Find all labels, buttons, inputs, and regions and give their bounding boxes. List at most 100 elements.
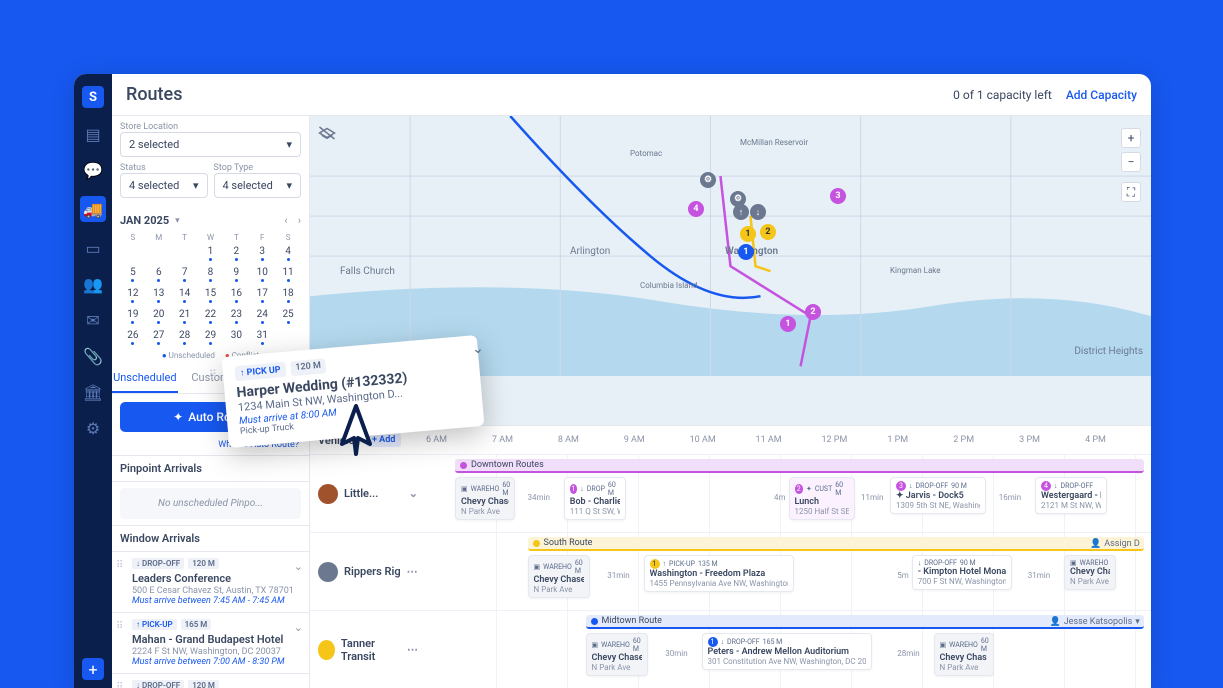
calendar-day[interactable]: 25 [275, 307, 301, 326]
stop-card[interactable]: ▣WAREHO 60 M Chevy Chase MN Park Ave [586, 633, 648, 676]
arrival-card[interactable]: ⠿ ⌄ ↑ PICK-UP165 M Mahan - Grand Budapes… [112, 613, 309, 674]
calendar-day[interactable]: 9 [223, 265, 249, 284]
map-pin[interactable]: 4 [688, 201, 704, 217]
calendar-day[interactable]: 24 [249, 307, 275, 326]
calendar-day[interactable]: 19 [120, 307, 146, 326]
calendar-day[interactable]: 29 [198, 328, 224, 347]
map-pin[interactable]: 2 [760, 224, 776, 240]
calendar-day[interactable]: 31 [249, 328, 275, 347]
store-select[interactable]: 2 selected▾ [120, 132, 301, 157]
stop-card[interactable]: ▣WAREHO 60 M Chevy ChasN Park Ave [934, 633, 994, 676]
stop-card[interactable]: ↓ DROP-OFF 90 M - Kimpton Hotel Monaco70… [912, 555, 1012, 590]
chevron-down-icon[interactable]: ⌄ [294, 560, 303, 573]
stop-card[interactable]: ▣WAREHO 60 M Chevy Chase MN Park Ave [455, 477, 515, 520]
calendar-day[interactable]: 2 [223, 244, 249, 263]
fullscreen-button[interactable]: ⛶ [1121, 182, 1141, 202]
calendar-day[interactable]: 30 [223, 328, 249, 347]
stop-card[interactable]: 3 ↓ DROP-OFF 90 M ✦ Jarvis - Dock51309 5… [890, 477, 986, 514]
nav-chat-icon[interactable]: 💬 [83, 160, 103, 180]
chevron-down-icon[interactable]: ⌄ [294, 682, 303, 688]
calendar-day[interactable]: 17 [249, 286, 275, 305]
nav-add-button[interactable]: + [82, 658, 104, 680]
calendar-day[interactable]: 12 [120, 286, 146, 305]
calendar-prev-icon[interactable]: ‹ [284, 214, 287, 227]
tab-unscheduled[interactable]: Unscheduled [112, 364, 178, 393]
arrival-card[interactable]: ⠿ ⌄ ↓ DROP-OFF120 M Leaders Conference 5… [112, 552, 309, 613]
calendar-day[interactable]: 15 [198, 286, 224, 305]
calendar-day[interactable]: 28 [172, 328, 198, 347]
more-icon[interactable]: ⋯ [407, 643, 418, 656]
map-pin[interactable]: ⚙ [700, 172, 716, 188]
stop-card[interactable]: ▣WAREHO Chevy ChasN Park Ave [1064, 555, 1116, 590]
map-pin[interactable]: 2 [805, 304, 821, 320]
route-bar[interactable]: South Route 👤 Assign D [528, 537, 1144, 551]
nav-routes-icon[interactable]: 🚚 [80, 196, 106, 222]
nav-inbox-icon[interactable]: ✉ [83, 310, 103, 330]
status-select[interactable]: 4 selected▾ [120, 173, 208, 198]
nav-attach-icon[interactable]: 📎 [83, 346, 103, 366]
calendar-day[interactable]: 3 [249, 244, 275, 263]
chevron-down-icon[interactable]: ⌄ [409, 487, 418, 500]
calendar-day[interactable]: 14 [172, 286, 198, 305]
stop-card[interactable]: ▣WAREHO 60 M Chevy Chase MN Park Ave [528, 555, 590, 598]
stop-card[interactable]: 1 ↓ DROP-OFF 165 M Peters - Andrew Mello… [702, 633, 872, 670]
drag-handle-icon[interactable]: ⠿ [116, 560, 123, 571]
calendar-day[interactable]: 13 [146, 286, 172, 305]
zoom-in-button[interactable]: + [1121, 128, 1141, 148]
nav-settings-icon[interactable]: ⚙ [83, 418, 103, 438]
chevron-down-icon[interactable]: ▾ [175, 216, 180, 226]
route-bar[interactable]: Downtown Routes [455, 459, 1144, 473]
drag-handle-icon[interactable]: ⠿ [208, 368, 217, 382]
calendar-day[interactable]: 4 [275, 244, 301, 263]
calendar-day[interactable]: 23 [223, 307, 249, 326]
route-bar[interactable]: Midtown Route 👤 Jesse Katsopolis ▾ [586, 615, 1144, 629]
map-pin[interactable]: ↑ [733, 204, 749, 220]
chevron-down-icon[interactable]: ⌄ [294, 621, 303, 634]
calendar-day[interactable]: 27 [146, 328, 172, 347]
calendar-day[interactable]: 7 [172, 265, 198, 284]
add-capacity-link[interactable]: Add Capacity [1066, 88, 1137, 102]
stop-card[interactable]: 1 ↑ PICK-UP 135 M Washington - Freedom P… [644, 555, 794, 592]
arrival-card[interactable]: ⠿ ⌄ ↓ DROP-OFF120 M [112, 674, 309, 688]
nav-messages-icon[interactable]: ▭ [83, 238, 103, 258]
calendar-day[interactable]: 1 [198, 244, 224, 263]
calendar-day[interactable]: 10 [249, 265, 275, 284]
calendar-next-icon[interactable]: › [298, 214, 301, 227]
stop-card[interactable]: 2 ✦ CUST 60 M Lunch1250 Half St SE, W [789, 477, 855, 520]
stoptype-select[interactable]: 4 selected▾ [214, 173, 302, 198]
map-pin[interactable]: ↓ [750, 204, 766, 220]
hour-label: 3 PM [1019, 435, 1085, 445]
calendar-day[interactable]: 11 [275, 265, 301, 284]
calendar-day[interactable]: 16 [223, 286, 249, 305]
calendar-day[interactable] [146, 244, 172, 263]
nav-dashboard-icon[interactable]: ▤ [83, 124, 103, 144]
map-pin[interactable]: 1 [738, 244, 754, 260]
map-pin[interactable]: 1 [740, 226, 756, 242]
map-pin[interactable]: 3 [830, 188, 846, 204]
zoom-out-button[interactable]: − [1121, 152, 1141, 172]
nav-bank-icon[interactable]: 🏛 [83, 382, 103, 402]
drag-handle-icon[interactable]: ⠿ [116, 682, 123, 688]
calendar-day[interactable]: 20 [146, 307, 172, 326]
calendar-day[interactable]: 8 [198, 265, 224, 284]
calendar-day[interactable]: 6 [146, 265, 172, 284]
calendar-day[interactable]: 18 [275, 286, 301, 305]
calendar-day[interactable] [275, 328, 301, 347]
assign-driver[interactable]: 👤 Jesse Katsopolis ▾ [1049, 617, 1139, 627]
calendar-day[interactable]: 22 [198, 307, 224, 326]
stop-card[interactable]: 4 ↓ DROP-OFF Westergaard - Hy2121 M St N… [1035, 477, 1107, 514]
more-icon[interactable]: ⋯ [407, 565, 418, 578]
map-pin[interactable]: 1 [780, 316, 796, 332]
drag-handle-icon[interactable]: ⠿ [116, 621, 123, 632]
calendar-day[interactable] [120, 244, 146, 263]
chevron-down-icon[interactable]: ⌄ [471, 340, 484, 357]
calendar-day[interactable] [172, 244, 198, 263]
calendar-day[interactable]: 5 [120, 265, 146, 284]
calendar-day[interactable]: 26 [120, 328, 146, 347]
stop-card[interactable]: 1 ↓ DROP 60 M Bob - Charlie's I111 Q St … [564, 477, 626, 520]
calendar-day[interactable]: 21 [172, 307, 198, 326]
gap-label: 4m [774, 493, 786, 502]
nav-people-icon[interactable]: 👥 [83, 274, 103, 294]
warehouse-icon: ▣ [461, 485, 468, 493]
assign-driver[interactable]: 👤 Assign D [1090, 539, 1140, 549]
